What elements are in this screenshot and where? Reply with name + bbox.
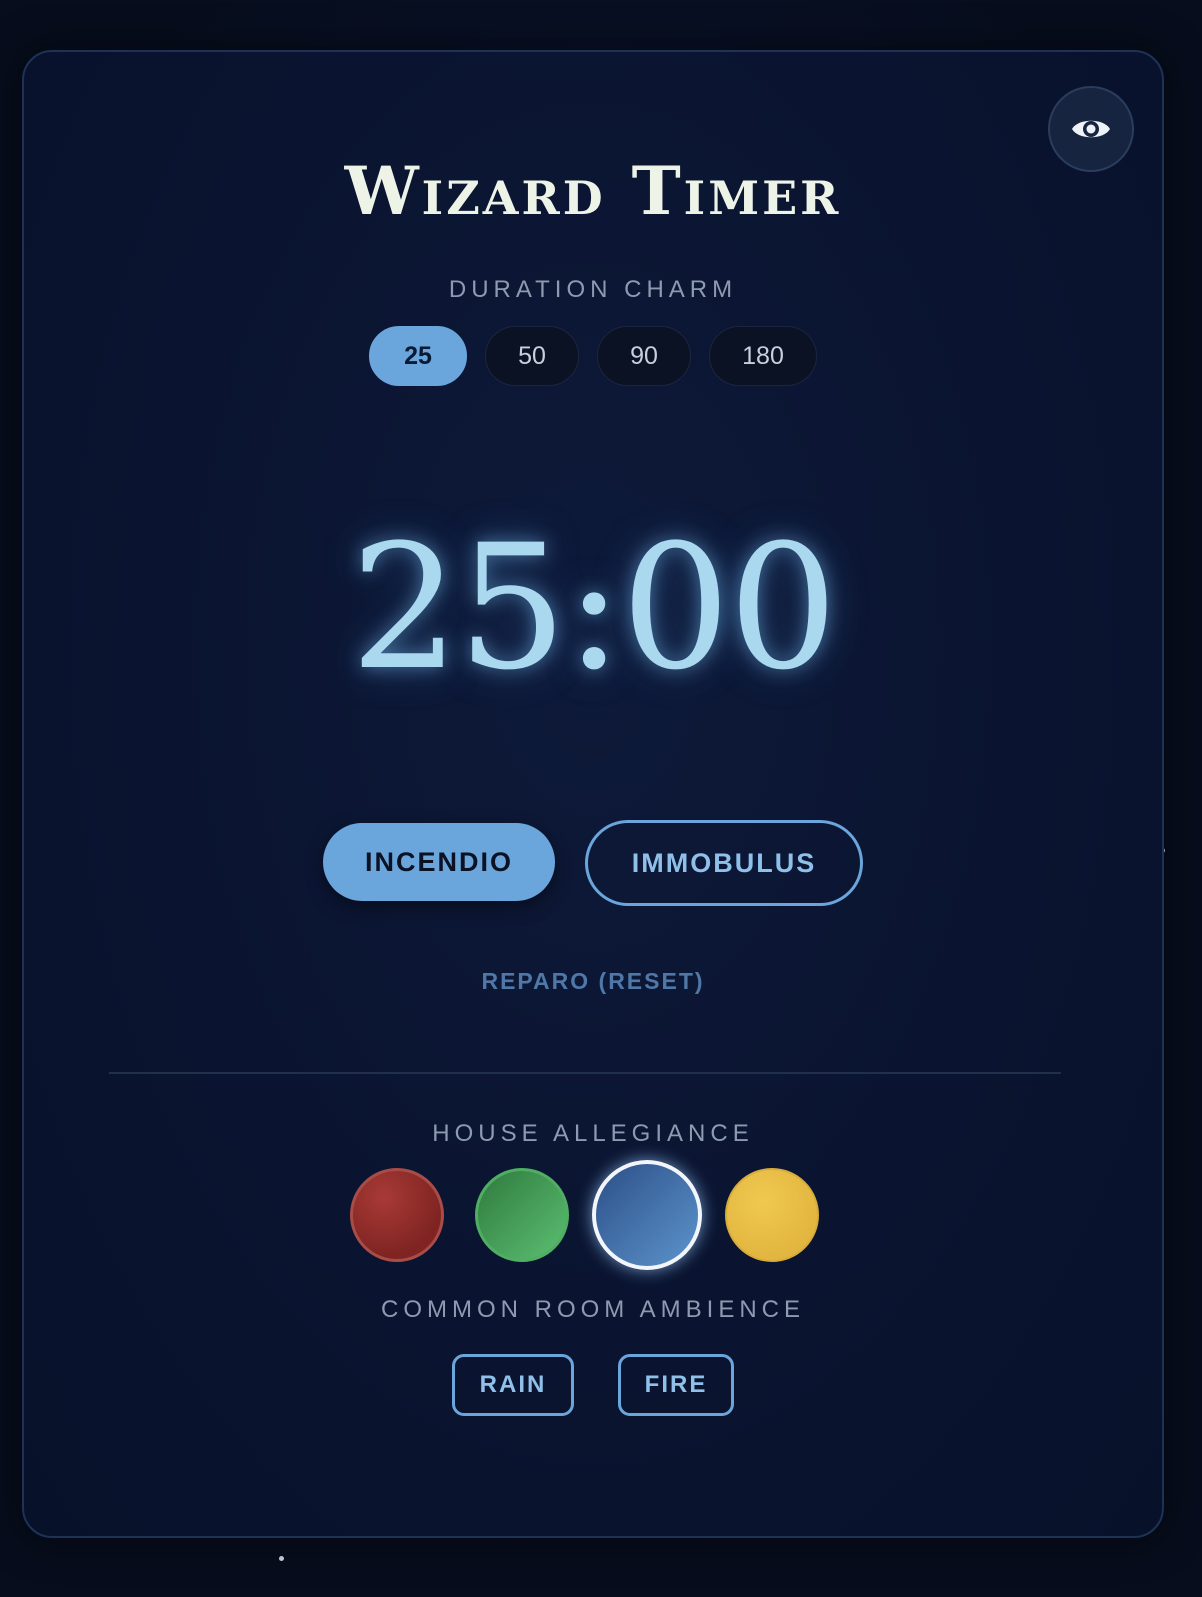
duration-option-180[interactable]: 180: [709, 326, 817, 386]
start-button[interactable]: INCENDIO: [323, 823, 555, 901]
house-option-green[interactable]: [475, 1168, 569, 1262]
duration-option-25[interactable]: 25: [369, 326, 467, 386]
timer-controls: INCENDIO IMMOBULUS: [24, 820, 1162, 906]
ambience-options: RAIN FIRE: [24, 1354, 1162, 1416]
app-title: Wizard Timer: [344, 152, 842, 230]
ambience-fire-button[interactable]: FIRE: [618, 1354, 734, 1416]
background-star: [279, 1556, 284, 1561]
section-divider: [109, 1072, 1061, 1074]
duration-label: DURATION CHARM: [448, 276, 738, 303]
ambience-rain-button[interactable]: RAIN: [452, 1354, 574, 1416]
pause-button[interactable]: IMMOBULUS: [585, 820, 863, 906]
house-option-red[interactable]: [350, 1168, 444, 1262]
ambience-label: COMMON ROOM AMBIENCE: [380, 1296, 805, 1323]
house-option-yellow[interactable]: [725, 1168, 819, 1262]
reset-button[interactable]: REPARO (RESET): [24, 968, 1162, 995]
duration-option-90[interactable]: 90: [597, 326, 691, 386]
house-label: HOUSE ALLEGIANCE: [432, 1120, 754, 1147]
house-options: [24, 1160, 1162, 1270]
duration-options: 25 50 90 180: [24, 326, 1162, 386]
duration-option-50[interactable]: 50: [485, 326, 579, 386]
house-option-blue[interactable]: [592, 1160, 702, 1270]
timer-display: 25:00: [350, 507, 838, 708]
eye-icon: [1072, 120, 1110, 138]
timer-card: Wizard Timer DURATION CHARM 25 50 90 180…: [22, 50, 1164, 1538]
